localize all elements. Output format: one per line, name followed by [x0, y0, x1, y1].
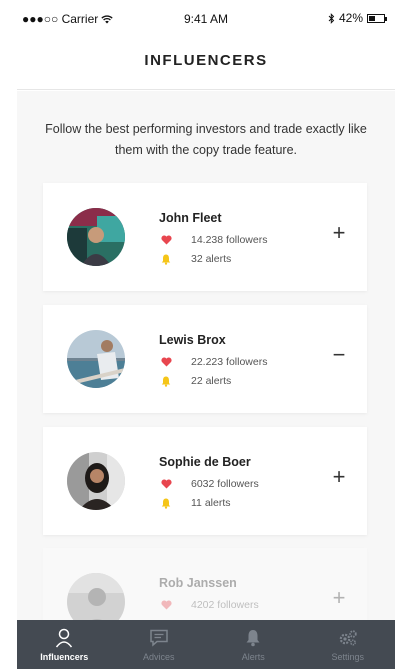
alerts-stat: 22 alerts	[159, 375, 231, 387]
battery-percent: 42%	[338, 11, 363, 25]
unfollow-button[interactable]: −	[329, 344, 349, 366]
tab-bar: Influencers Advices Alerts Settings	[17, 620, 395, 669]
battery-icon	[367, 13, 387, 23]
followers-count: 14.238 followers	[191, 234, 268, 246]
follow-button[interactable]: +	[329, 222, 349, 244]
status-right-group: 42%	[328, 11, 387, 25]
influencer-card[interactable]: John Fleet 14.238 followers 32 alerts +	[43, 183, 367, 291]
followers-count: 22.223 followers	[191, 356, 268, 368]
avatar	[67, 330, 125, 388]
tab-settings[interactable]: Settings	[301, 620, 396, 669]
nav-header: INFLUENCERS	[17, 36, 395, 90]
bluetooth-icon	[328, 12, 335, 24]
followers-count: 4202 followers	[191, 599, 259, 611]
alerts-count: 11 alerts	[191, 497, 231, 509]
alerts-count: 22 alerts	[191, 375, 232, 387]
influencer-card[interactable]: Lewis Brox 22.223 followers 22 alerts −	[43, 305, 367, 413]
followers-stat: 6032 followers	[159, 478, 259, 490]
heart-icon	[159, 479, 173, 489]
influencer-name: Rob Janssen	[159, 576, 237, 590]
avatar	[67, 573, 125, 620]
followers-stat: 22.223 followers	[159, 356, 267, 368]
page-title: INFLUENCERS	[144, 52, 268, 69]
tab-advices[interactable]: Advices	[112, 620, 207, 669]
bell-icon	[159, 254, 173, 265]
tab-label: Advices	[142, 652, 175, 662]
bell-icon	[159, 376, 173, 387]
follow-button[interactable]: +	[329, 587, 349, 609]
bell-icon	[159, 498, 173, 509]
tab-label: Alerts	[241, 652, 265, 662]
heart-icon	[159, 235, 173, 245]
followers-stat: 14.238 followers	[159, 234, 267, 246]
chat-icon	[149, 628, 169, 648]
heart-icon	[159, 600, 173, 610]
gears-icon	[338, 628, 358, 648]
influencer-card[interactable]: Rob Janssen 4202 followers +	[43, 548, 367, 620]
alerts-stat: 11 alerts	[159, 497, 231, 509]
tab-alerts[interactable]: Alerts	[206, 620, 301, 669]
avatar	[67, 452, 125, 510]
alerts-stat: 32 alerts	[159, 253, 231, 265]
influencer-name: Lewis Brox	[159, 333, 226, 347]
influencer-name: John Fleet	[159, 211, 222, 225]
influencer-card[interactable]: Sophie de Boer 6032 followers 11 alerts …	[43, 427, 367, 535]
followers-count: 6032 followers	[191, 478, 259, 490]
avatar	[67, 208, 125, 266]
intro-text: Follow the best performing investors and…	[45, 122, 367, 157]
followers-stat: 4202 followers	[159, 599, 259, 611]
heart-icon	[159, 357, 173, 367]
user-icon	[55, 628, 73, 648]
tab-influencers[interactable]: Influencers	[17, 620, 112, 669]
tab-label: Settings	[331, 652, 365, 662]
alerts-count: 32 alerts	[191, 253, 232, 265]
status-bar: ●●●○○ Carrier 9:41 AM 42%	[17, 0, 395, 36]
follow-button[interactable]: +	[329, 466, 349, 488]
bell-icon	[245, 628, 261, 648]
influencer-name: Sophie de Boer	[159, 455, 251, 469]
tab-label: Influencers	[40, 652, 89, 662]
phone-screen: ●●●○○ Carrier 9:41 AM 42% INFLUENCERS Fo…	[17, 0, 395, 669]
influencer-list-screen[interactable]: Follow the best performing investors and…	[17, 91, 395, 620]
